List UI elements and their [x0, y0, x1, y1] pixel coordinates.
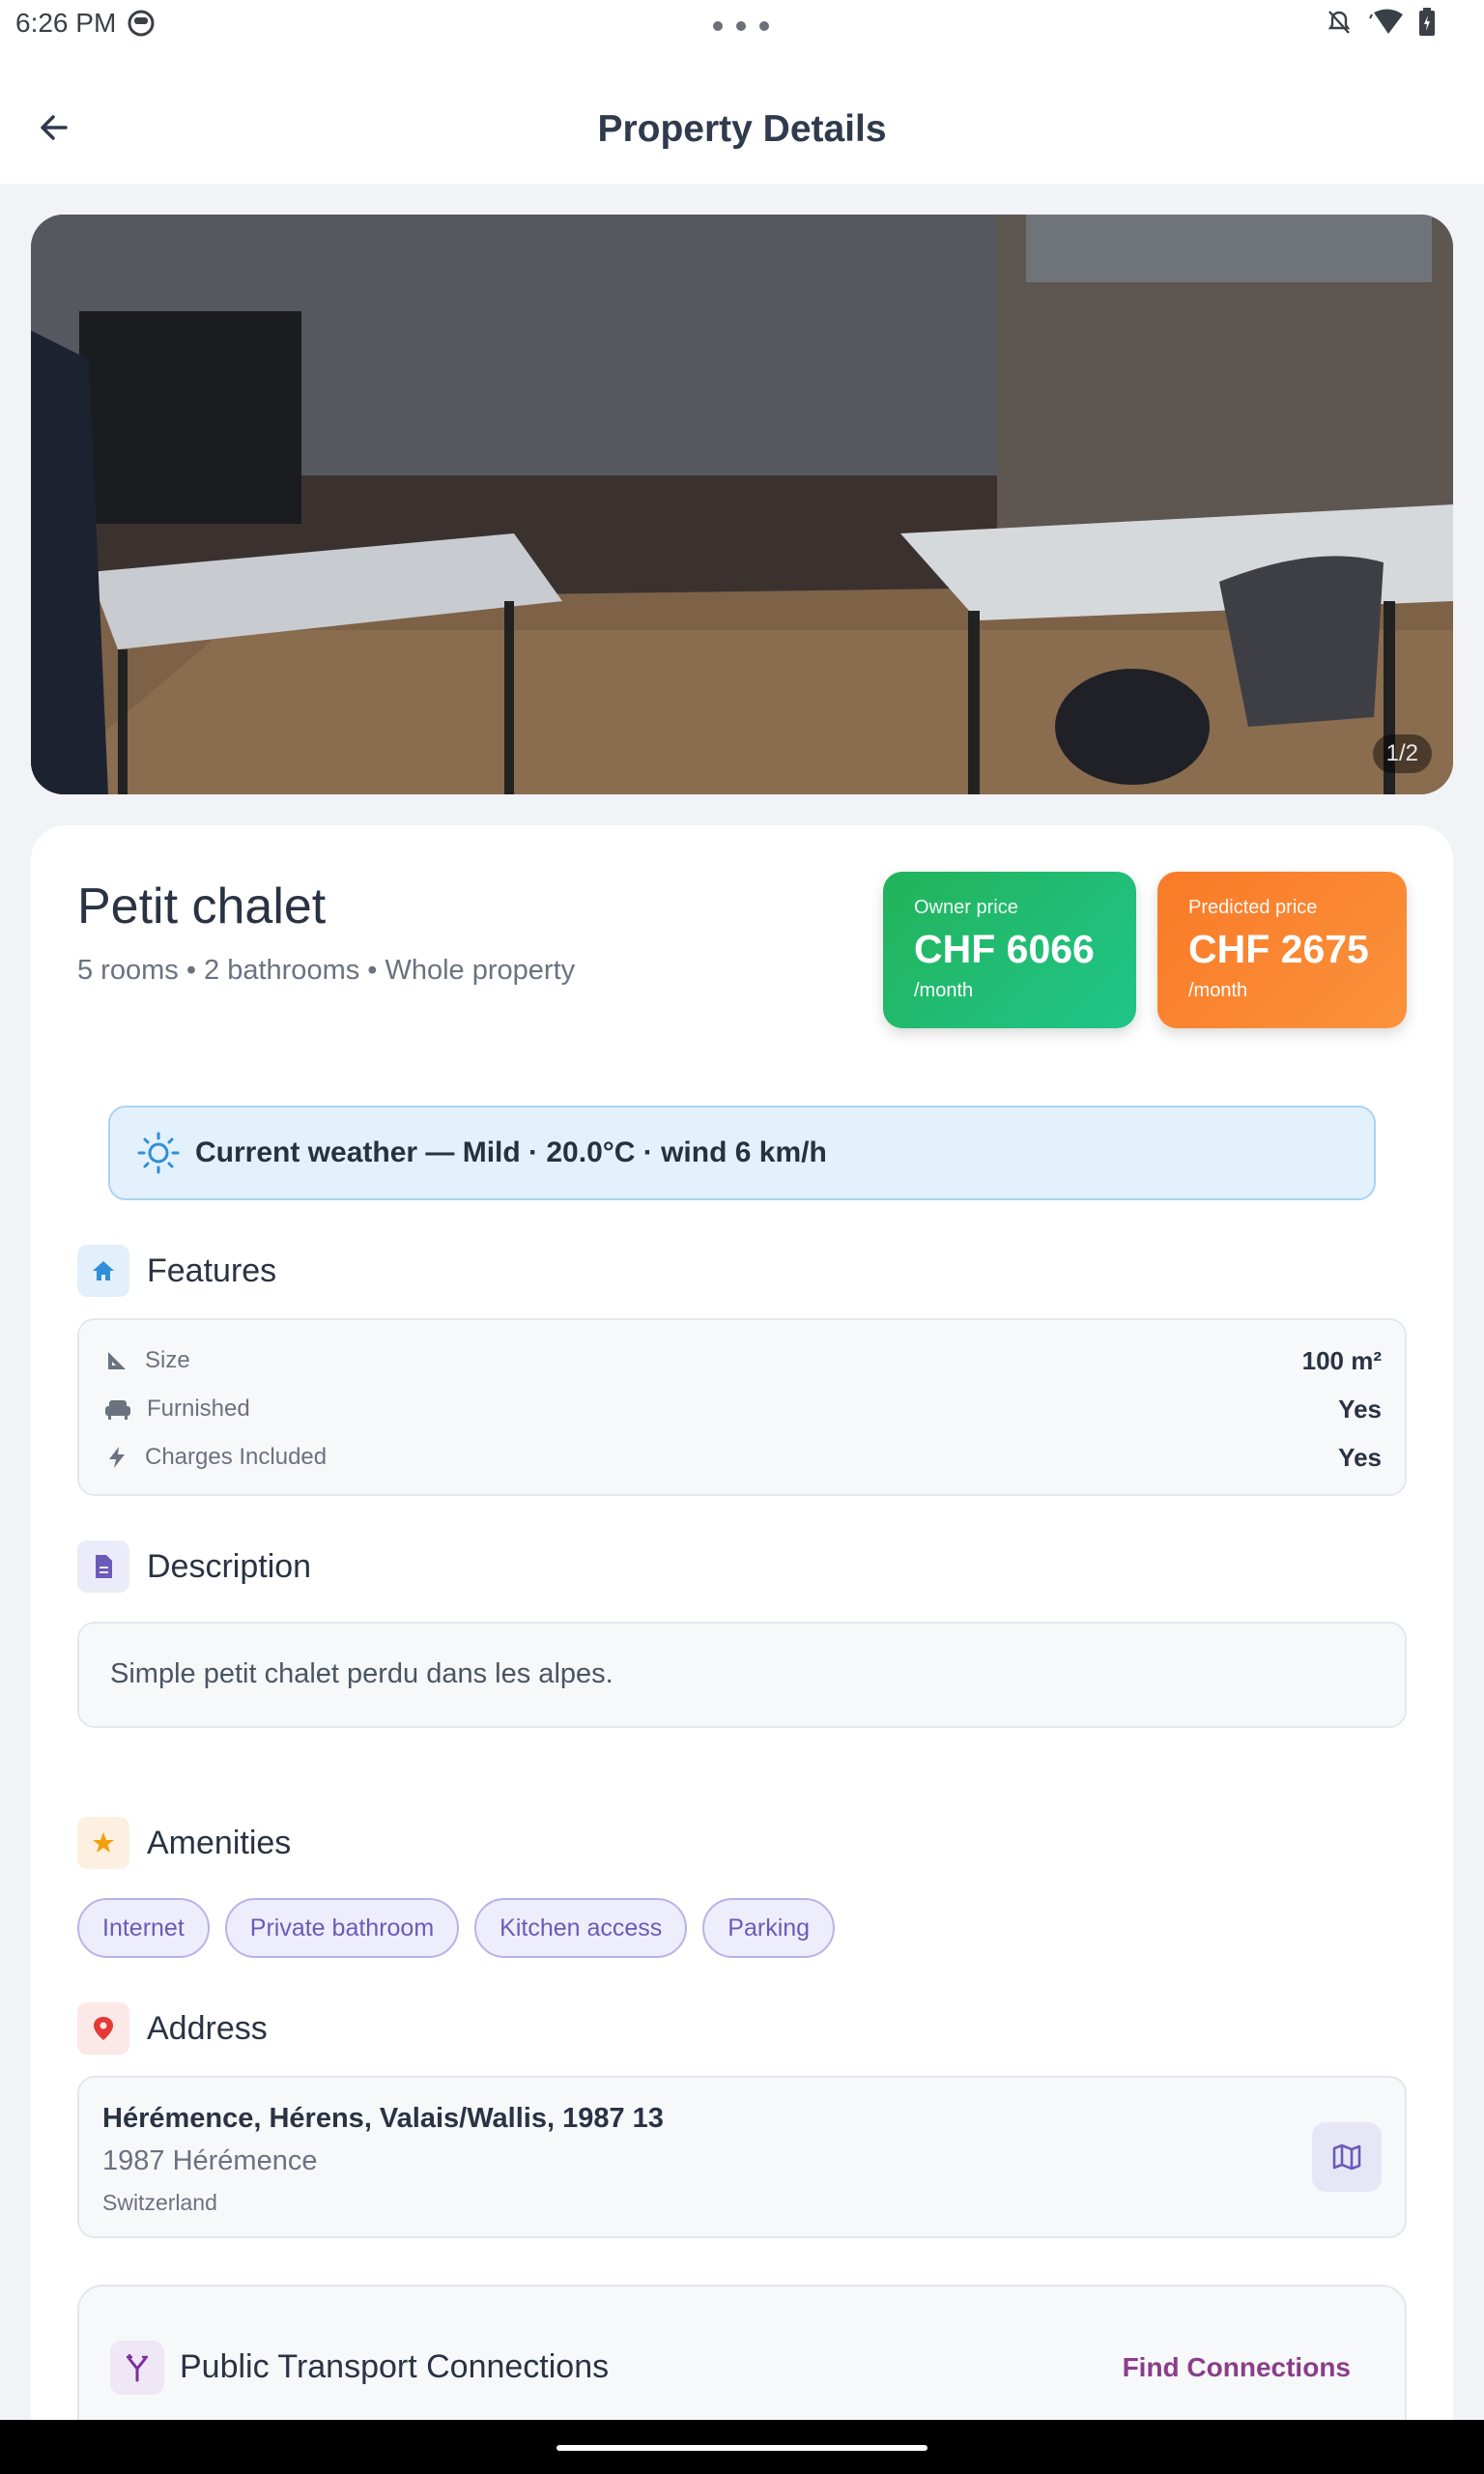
amenity-chip[interactable]: Private bathroom [224, 1898, 460, 1958]
predicted-price-card: Predicted price CHF 2675 /month [1157, 872, 1407, 1028]
description-title: Description [147, 1547, 312, 1585]
star-icon [93, 1832, 114, 1853]
transport-icon-box [110, 2341, 164, 2395]
address-panel: Hérémence, Hérens, Valais/Wallis, 1987 1… [77, 2076, 1407, 2238]
page-title: Property Details [597, 108, 887, 150]
predicted-price-unit: /month [1188, 980, 1248, 1001]
amenity-chip[interactable]: Kitchen access [474, 1898, 688, 1958]
open-map-button[interactable] [1312, 2122, 1382, 2192]
feature-value: Yes [1338, 1394, 1382, 1424]
document-icon [96, 1555, 112, 1578]
feature-label: Furnished [147, 1395, 250, 1422]
address-header: Address [77, 2002, 268, 2055]
feature-value: Yes [1338, 1442, 1382, 1472]
predicted-price-label: Predicted price [1188, 897, 1318, 918]
address-line-2: 1987 Hérémence [102, 2145, 318, 2176]
home-gesture-handle[interactable] [556, 2445, 928, 2451]
location-pin-icon [94, 2017, 113, 2040]
amenities-title: Amenities [147, 1824, 292, 1861]
status-time: 6:26 PM [15, 8, 117, 38]
description-icon-box [77, 1540, 129, 1593]
feature-row-charges: Charges Included Yes [104, 1438, 1382, 1477]
owner-price-value: CHF 6066 [914, 927, 1095, 971]
map-icon [1332, 2143, 1361, 2171]
features-panel: Size 100 m² Furnished Yes Charges Includ… [77, 1318, 1407, 1496]
weather-banner: Current weather — Mild · 20.0°C · wind 6… [108, 1106, 1376, 1200]
photo-counter: 1/2 [1372, 734, 1432, 773]
property-photo [31, 215, 1453, 794]
property-photo-carousel[interactable]: 1/2 [31, 215, 1453, 794]
address-line-1: Hérémence, Hérens, Valais/Wallis, 1987 1… [102, 2103, 664, 2134]
more-dots-indicator [713, 21, 769, 31]
feature-value: 100 m² [1301, 1345, 1382, 1375]
features-title: Features [147, 1251, 277, 1289]
property-name: Petit chalet [77, 878, 327, 935]
sun-icon [137, 1132, 180, 1174]
amenities-icon-box [77, 1817, 129, 1869]
address-country: Switzerland [102, 2190, 217, 2215]
transport-title: Public Transport Connections [180, 2348, 610, 2385]
feature-row-furnished: Furnished Yes [104, 1390, 1382, 1428]
notifications-off-icon [1327, 11, 1351, 34]
feature-row-size: Size 100 m² [104, 1341, 1382, 1380]
feature-label: Charges Included [145, 1444, 328, 1470]
weather-text: Current weather — Mild · 20.0°C · wind 6… [195, 1136, 827, 1168]
face-icon [128, 10, 155, 37]
wifi-icon [1369, 9, 1403, 34]
property-details-card: Petit chalet 5 rooms • 2 bathrooms • Who… [31, 825, 1453, 2474]
address-icon-box [77, 2002, 129, 2055]
amenities-list: Internet Private bathroom Kitchen access… [77, 1898, 836, 1958]
feature-label: Size [145, 1347, 190, 1373]
app-header: Property Details [0, 50, 1484, 184]
sofa-icon [105, 1400, 130, 1420]
owner-price-unit: /month [914, 980, 974, 1001]
owner-price-card: Owner price CHF 6066 /month [883, 872, 1136, 1028]
features-header: Features [77, 1245, 276, 1297]
home-icon [93, 1261, 114, 1280]
amenities-header: Amenities [77, 1817, 291, 1869]
property-subtitle: 5 rooms • 2 bathrooms • Whole property [77, 955, 576, 986]
find-connections-button[interactable]: Find Connections [1123, 2352, 1351, 2383]
features-icon-box [77, 1245, 129, 1297]
description-header: Description [77, 1540, 311, 1593]
description-panel: Simple petit chalet perdu dans les alpes… [77, 1622, 1407, 1728]
battery-icon [1419, 8, 1435, 36]
description-text: Simple petit chalet perdu dans les alpes… [110, 1658, 614, 1689]
status-bar: 6:26 PM [0, 0, 1484, 50]
lightning-icon [109, 1447, 125, 1468]
ruler-triangle-icon [108, 1352, 126, 1369]
owner-price-label: Owner price [914, 897, 1018, 918]
amenity-chip[interactable]: Internet [77, 1898, 210, 1958]
route-fork-icon [127, 2354, 148, 2382]
address-title: Address [147, 2009, 268, 2047]
amenity-chip[interactable]: Parking [702, 1898, 836, 1958]
system-navigation-bar [0, 2420, 1484, 2474]
predicted-price-value: CHF 2675 [1188, 927, 1369, 971]
